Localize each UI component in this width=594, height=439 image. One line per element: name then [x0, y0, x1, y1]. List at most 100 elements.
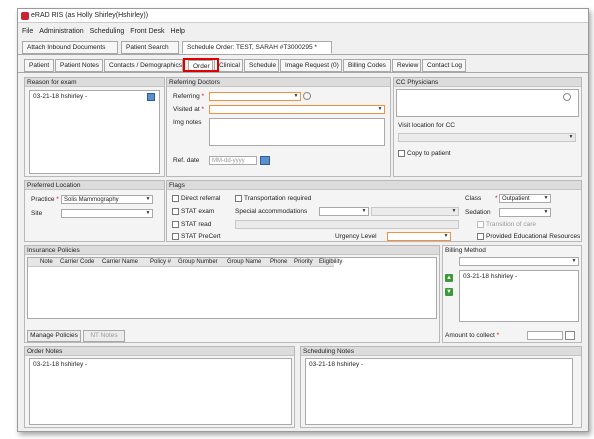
chevron-down-icon[interactable]: ▼: [293, 93, 299, 100]
scheduling-notes-textarea[interactable]: 03-21-18 hshirley -: [305, 358, 573, 425]
direct-referral-checkbox[interactable]: [172, 195, 179, 202]
referring-doctors-header: Referring Doctors: [167, 78, 390, 87]
urgency-level-select[interactable]: ▼: [387, 232, 451, 241]
move-down-icon[interactable]: ▼: [445, 288, 453, 296]
menu-scheduling[interactable]: Scheduling: [90, 28, 125, 35]
move-up-icon[interactable]: ▲: [445, 274, 453, 282]
class-select[interactable]: Outpatient ▼: [499, 194, 551, 203]
calendar-icon[interactable]: [260, 156, 270, 165]
app-window: eRAD RIS (as Holly Shirley(Hshirley)) Fi…: [17, 8, 589, 432]
tab-patient-search[interactable]: Patient Search: [121, 41, 179, 54]
copy-to-patient-checkbox[interactable]: [398, 150, 405, 157]
stat-exam-checkbox[interactable]: [172, 208, 179, 215]
chevron-down-icon[interactable]: ▼: [568, 134, 574, 141]
visited-at-select[interactable]: ▼: [209, 105, 385, 114]
cc-physicians-header: CC Physicians: [394, 78, 581, 87]
column-carrier-name[interactable]: Carrier Name: [102, 258, 138, 267]
menu-administration[interactable]: Administration: [39, 28, 83, 35]
chevron-down-icon[interactable]: ▼: [543, 195, 549, 202]
column-carrier-code[interactable]: Carrier Code: [60, 258, 94, 267]
column-policy-number[interactable]: Policy #: [150, 258, 171, 267]
stat-precert-checkbox[interactable]: [172, 233, 179, 240]
chevron-down-icon[interactable]: ▼: [145, 196, 151, 203]
tab-attach-inbound-documents[interactable]: Attach Inbound Documents: [22, 41, 118, 54]
chevron-down-icon[interactable]: ▼: [571, 258, 577, 265]
referring-label: Referring *: [173, 93, 205, 100]
window-title: eRAD RIS (as Holly Shirley(Hshirley)): [31, 12, 149, 19]
visited-at-label: Visited at *: [173, 106, 204, 113]
column-phone[interactable]: Phone: [270, 258, 287, 267]
referring-input[interactable]: ▼: [209, 92, 301, 101]
tab-label: Contacts / Demographics: [109, 62, 182, 69]
amount-to-collect-label-text: Amount to collect: [445, 332, 495, 339]
column-eligibility[interactable]: Eligibility: [319, 258, 342, 267]
chevron-down-icon[interactable]: ▼: [451, 208, 457, 215]
chevron-down-icon[interactable]: ▼: [377, 106, 383, 113]
tab-review[interactable]: Review: [392, 59, 421, 72]
practice-label: Practice *: [31, 196, 59, 203]
tab-patient[interactable]: Patient: [24, 59, 54, 72]
insurance-policies-grid[interactable]: Note Carrier Code Carrier Name Policy # …: [27, 257, 437, 319]
practice-select[interactable]: Solis Mammography ▼: [61, 195, 153, 204]
site-select[interactable]: ▼: [61, 209, 153, 218]
menu-file[interactable]: File: [22, 28, 33, 35]
stat-read-checkbox[interactable]: [172, 221, 179, 228]
transition-of-care-checkbox[interactable]: [477, 221, 484, 228]
billing-method-panel: Billing Method ▼ ▲ ▼ 03-21-18 hshirley -…: [442, 245, 582, 343]
chevron-down-icon[interactable]: ▼: [543, 209, 549, 216]
billing-notes-text: 03-21-18 hshirley -: [463, 273, 518, 280]
tab-billing-codes[interactable]: Billing Codes: [343, 59, 391, 72]
img-notes-label: Img notes: [173, 119, 202, 126]
sedation-select[interactable]: ▼: [499, 208, 551, 217]
cc-physicians-list[interactable]: [396, 89, 579, 117]
reason-for-exam-header: Reason for exam: [25, 78, 164, 87]
chevron-down-icon[interactable]: ▼: [145, 210, 151, 217]
transportation-required-checkbox[interactable]: [235, 195, 242, 202]
ref-date-input[interactable]: MM-dd-yyyy: [209, 156, 257, 165]
special-accommodations-select[interactable]: ▼: [319, 207, 369, 216]
notes-template-icon[interactable]: [147, 93, 155, 101]
site-label: Site: [31, 210, 43, 217]
billing-notes-textarea[interactable]: 03-21-18 hshirley -: [459, 270, 579, 322]
tab-patient-notes[interactable]: Patient Notes: [55, 59, 103, 72]
special-accommodations-label: Special accommodations: [235, 208, 308, 215]
direct-referral-label: Direct referral: [181, 195, 221, 202]
img-notes-textarea[interactable]: [209, 118, 385, 146]
visit-location-select[interactable]: ▼: [398, 133, 576, 142]
tab-schedule-order[interactable]: Schedule Order: TEST, SARAH #T3000295 *: [182, 41, 332, 54]
column-priority[interactable]: Priority: [294, 258, 313, 267]
billing-method-select[interactable]: ▼: [459, 257, 579, 266]
tab-schedule[interactable]: Schedule: [244, 59, 279, 72]
insurance-policies-panel: Insurance Policies Note Carrier Code Car…: [24, 245, 440, 343]
search-icon[interactable]: [303, 92, 311, 100]
scheduling-notes-panel: Scheduling Notes 03-21-18 hshirley -: [300, 346, 582, 428]
reason-for-exam-textarea[interactable]: 03-21-18 hshirley -: [29, 90, 160, 174]
calculator-icon[interactable]: [565, 331, 575, 340]
menu-help[interactable]: Help: [171, 28, 185, 35]
nt-notes-button[interactable]: NT Notes: [83, 330, 125, 342]
class-value: Outpatient: [502, 196, 530, 202]
accommodations-notes[interactable]: [235, 220, 459, 229]
flags-panel: Flags Direct referral Transportation req…: [166, 180, 582, 242]
tab-image-request[interactable]: Image Request (0): [280, 59, 342, 72]
order-tab-highlight: [183, 58, 219, 72]
tab-contact-log[interactable]: Contact Log: [422, 59, 466, 72]
column-group-name[interactable]: Group Name: [227, 258, 261, 267]
referring-label-text: Referring: [173, 93, 200, 100]
tab-label: Contact Log: [427, 62, 463, 69]
menu-front-desk[interactable]: Front Desk: [130, 28, 164, 35]
order-notes-textarea[interactable]: 03-21-18 hshirley -: [29, 358, 292, 425]
chevron-down-icon[interactable]: ▼: [443, 233, 449, 240]
manage-policies-button[interactable]: Manage Policies: [27, 330, 81, 342]
tab-contacts-demographics[interactable]: Contacts / Demographics: [104, 59, 183, 72]
amount-to-collect-input[interactable]: [527, 331, 563, 340]
provided-educational-resources-checkbox[interactable]: [477, 233, 484, 240]
scheduling-notes-text: 03-21-18 hshirley -: [309, 361, 364, 368]
add-physician-icon[interactable]: [563, 93, 571, 101]
class-required-marker: *: [495, 195, 498, 202]
top-tab-divider: [18, 54, 588, 55]
special-accommodations-detail[interactable]: ▼: [371, 207, 459, 216]
column-note[interactable]: Note: [40, 258, 53, 267]
chevron-down-icon[interactable]: ▼: [361, 208, 367, 215]
column-group-number[interactable]: Group Number: [178, 258, 218, 267]
